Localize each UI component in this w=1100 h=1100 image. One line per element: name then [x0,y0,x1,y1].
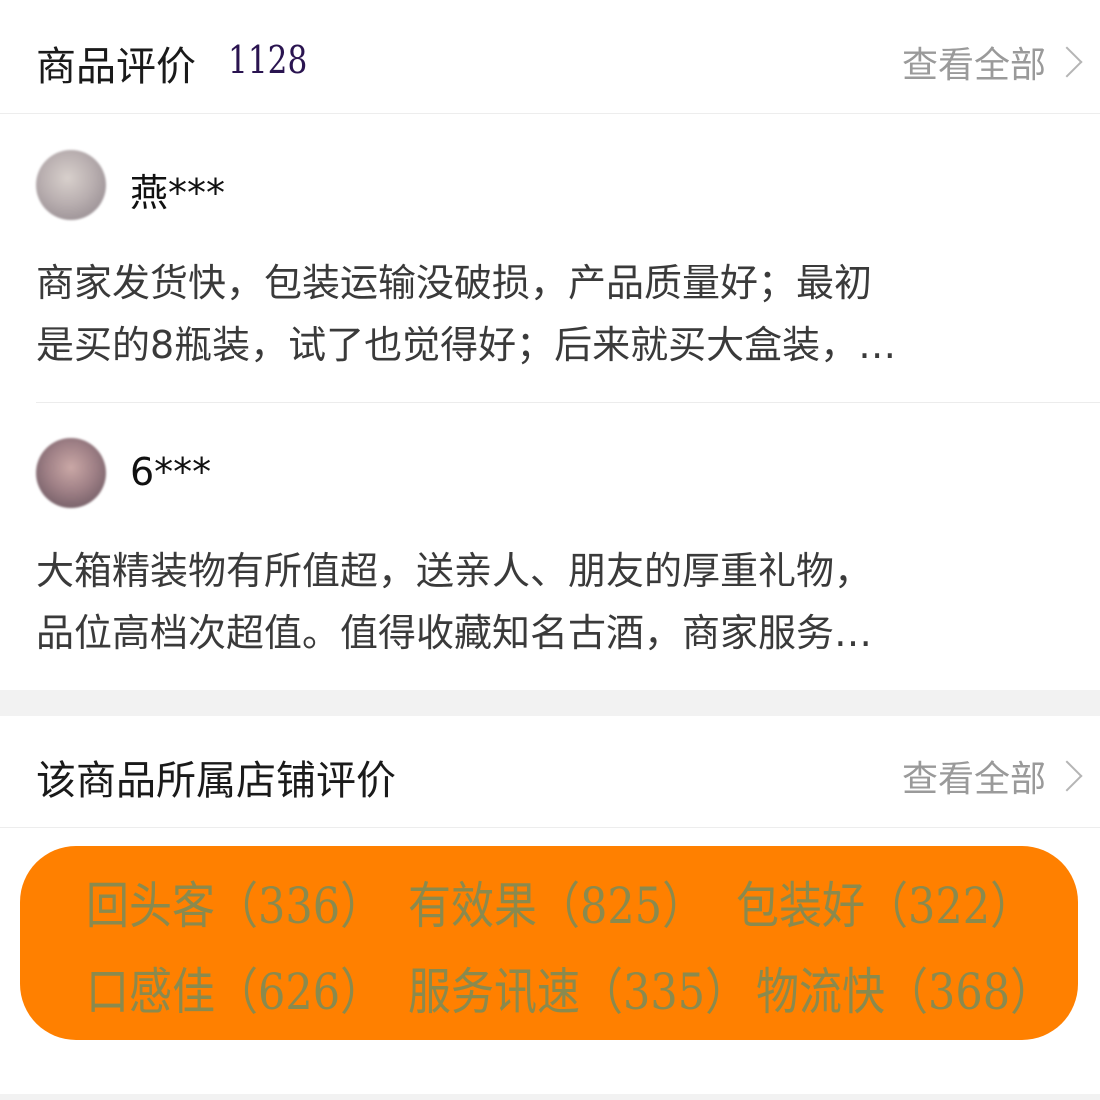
review-item[interactable]: 6*** 大箱精装物有所值超，送亲人、朋友的厚重礼物， 品位高档次超值。值得收藏… [36,438,1066,678]
view-all-reviews-link[interactable]: 查看全部 [901,36,1083,88]
view-all-store-reviews-link[interactable]: 查看全部 [901,750,1083,802]
section-title: 该商品所属店铺评价 [36,758,396,804]
review-text: 商家发货快，包装运输没破损，产品质量好；最初 是买的8瓶装，试了也觉得好；后来就… [36,252,1066,376]
store-tag[interactable]: 回头客（336） [86,866,383,938]
store-tag[interactable]: 服务讯速（335） [408,952,748,1024]
section-title: 商品评价 [36,44,196,90]
reviewer-name: 6*** [130,450,212,494]
divider [36,402,1100,403]
store-tag[interactable]: 口感佳（626） [86,952,383,1024]
bottom-divider [0,1094,1100,1100]
avatar [36,150,106,220]
store-tag-panel: 回头客（336） 有效果（825） 包装好（322） 口感佳（626） 服务讯速… [20,846,1078,1040]
store-tag[interactable]: 有效果（825） [408,866,705,938]
product-reviews-header: 商品评价 1128 查看全部 [0,0,1100,114]
store-tag[interactable]: 包装好（322） [736,866,1033,938]
review-text-line: 品位高档次超值。值得收藏知名古酒，商家服务… [36,611,873,655]
review-item[interactable]: 燕*** 商家发货快，包装运输没破损，产品质量好；最初 是买的8瓶装，试了也觉得… [36,150,1066,390]
view-all-label: 查看全部 [901,759,1046,800]
chevron-right-icon [1051,46,1083,78]
section-gap [0,690,1100,716]
review-text-line: 是买的8瓶装，试了也觉得好；后来就买大盒装，… [36,323,897,367]
review-text: 大箱精装物有所值超，送亲人、朋友的厚重礼物， 品位高档次超值。值得收藏知名古酒，… [36,540,1066,664]
chevron-right-icon [1051,760,1083,792]
reviewer-name: 燕*** [130,171,226,215]
view-all-label: 查看全部 [901,45,1046,86]
review-text-line: 商家发货快，包装运输没破损，产品质量好；最初 [36,261,873,305]
review-count: 1128 [228,38,308,82]
store-reviews-header: 该商品所属店铺评价 查看全部 [0,716,1100,828]
store-tag[interactable]: 物流快（368） [756,952,1053,1024]
review-text-line: 大箱精装物有所值超，送亲人、朋友的厚重礼物， [36,549,873,593]
avatar [36,438,106,508]
